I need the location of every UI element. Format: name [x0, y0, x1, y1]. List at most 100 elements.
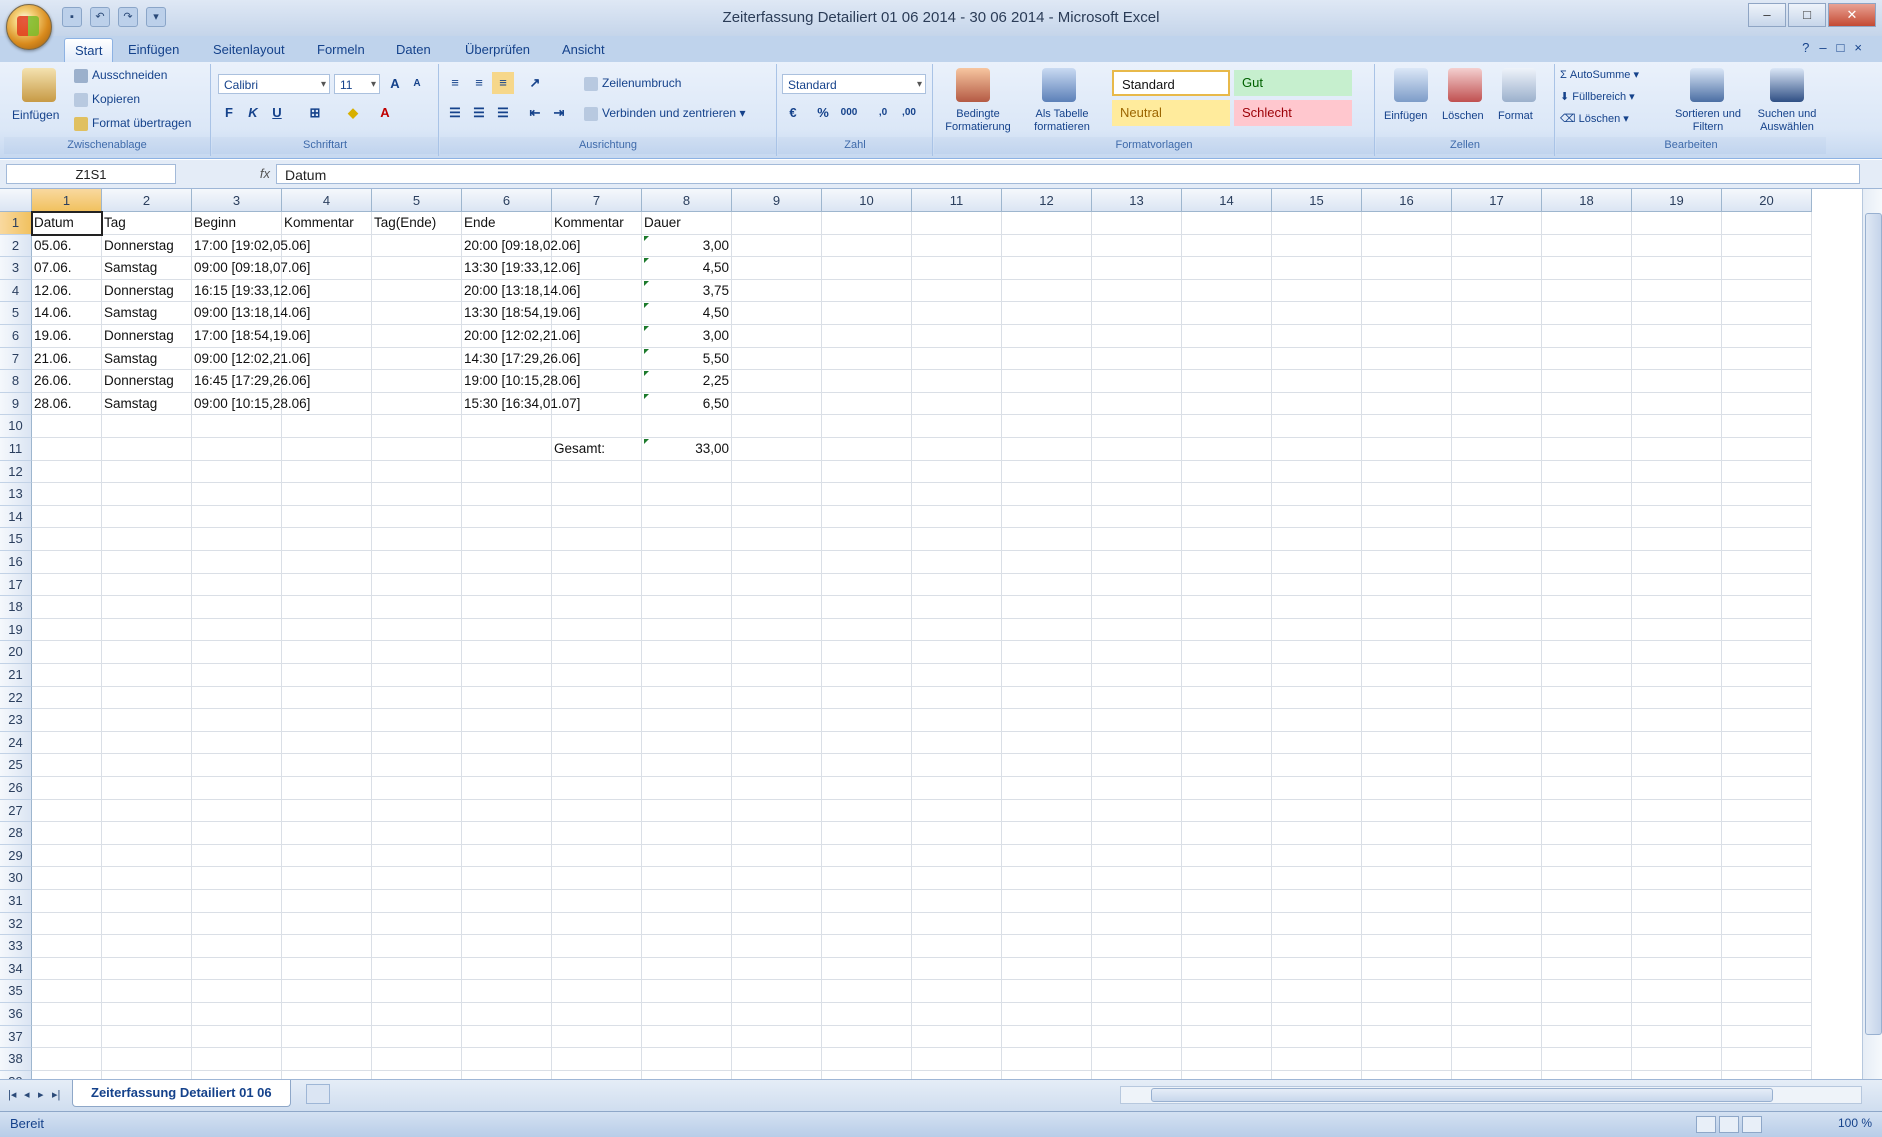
- underline-button[interactable]: U: [266, 102, 288, 124]
- sheet-nav-prev[interactable]: ◂: [24, 1088, 30, 1101]
- row-header[interactable]: 34: [0, 957, 32, 981]
- format-as-table-button[interactable]: Als Tabelle formatieren: [1024, 108, 1100, 134]
- column-header[interactable]: 11: [912, 189, 1002, 212]
- select-all-corner[interactable]: [0, 189, 32, 212]
- table-cell[interactable]: Samstag: [102, 393, 157, 415]
- fill-color-icon[interactable]: ◆: [342, 102, 364, 124]
- table-cell[interactable]: 20:00 [09:18,02.06]: [462, 235, 580, 257]
- table-cell[interactable]: 20:00 [13:18,14.06]: [462, 280, 580, 302]
- header-cell[interactable]: Kommentar: [552, 212, 624, 234]
- row-header[interactable]: 11: [0, 438, 32, 461]
- tab-insert[interactable]: Einfügen: [118, 38, 189, 62]
- find-select-button[interactable]: Suchen und Auswählen: [1750, 108, 1824, 134]
- row-header[interactable]: 22: [0, 686, 32, 710]
- table-cell[interactable]: 3,00: [642, 325, 732, 347]
- tab-formulas[interactable]: Formeln: [307, 38, 375, 62]
- percent-button[interactable]: %: [812, 102, 834, 124]
- column-header[interactable]: 13: [1092, 189, 1182, 212]
- align-center-icon[interactable]: ☰: [468, 102, 490, 124]
- bold-button[interactable]: F: [218, 102, 240, 124]
- row-header[interactable]: 13: [0, 483, 32, 506]
- font-size-combo[interactable]: 11: [334, 74, 380, 95]
- row-header[interactable]: 29: [0, 844, 32, 868]
- row-header[interactable]: 24: [0, 731, 32, 755]
- tab-data[interactable]: Daten: [386, 38, 441, 62]
- sort-filter-button[interactable]: Sortieren und Filtern: [1668, 108, 1748, 134]
- header-cell[interactable]: Beginn: [192, 212, 236, 234]
- maximize-button[interactable]: □: [1788, 3, 1826, 27]
- horizontal-scroll-thumb[interactable]: [1151, 1088, 1773, 1102]
- header-cell[interactable]: Tag(Ende): [372, 212, 436, 234]
- row-header[interactable]: 36: [0, 1003, 32, 1026]
- font-name-combo[interactable]: Calibri: [218, 74, 330, 95]
- row-header[interactable]: 5: [0, 302, 32, 325]
- currency-icon[interactable]: €: [782, 102, 804, 124]
- column-header[interactable]: 4: [282, 189, 372, 212]
- table-cell[interactable]: Donnerstag: [102, 235, 174, 257]
- row-header[interactable]: 21: [0, 664, 32, 687]
- column-header[interactable]: 19: [1632, 189, 1722, 212]
- align-top-icon[interactable]: ≡: [444, 72, 466, 94]
- font-color-icon[interactable]: A: [374, 102, 396, 124]
- header-cell[interactable]: Ende: [462, 212, 496, 234]
- table-cell[interactable]: 05.06.: [32, 235, 72, 257]
- table-cell[interactable]: 5,50: [642, 348, 732, 370]
- row-header[interactable]: 4: [0, 279, 32, 303]
- number-format-combo[interactable]: Standard: [782, 74, 926, 95]
- table-cell[interactable]: 09:00 [09:18,07.06]: [192, 257, 310, 279]
- table-cell[interactable]: 09:00 [10:15,28.06]: [192, 393, 310, 415]
- office-button[interactable]: [6, 4, 52, 50]
- header-cell[interactable]: Dauer: [642, 212, 681, 234]
- column-header[interactable]: 20: [1722, 189, 1812, 212]
- table-cell[interactable]: Samstag: [102, 348, 157, 370]
- sheet-tab-active[interactable]: Zeiterfassung Detailiert 01 06: [72, 1080, 291, 1107]
- table-cell[interactable]: 14.06.: [32, 302, 72, 324]
- decrease-decimal-icon[interactable]: ,00: [898, 102, 920, 124]
- table-cell[interactable]: 3,00: [642, 235, 732, 257]
- tab-start[interactable]: Start: [64, 38, 114, 63]
- row-header[interactable]: 27: [0, 799, 32, 823]
- table-cell[interactable]: 33,00: [642, 438, 732, 460]
- row-header[interactable]: 28: [0, 822, 32, 845]
- column-header[interactable]: 7: [552, 189, 642, 212]
- column-header[interactable]: 17: [1452, 189, 1542, 212]
- thousands-button[interactable]: 000: [838, 102, 860, 124]
- row-header[interactable]: 31: [0, 890, 32, 913]
- table-cell[interactable]: 20:00 [12:02,21.06]: [462, 325, 580, 347]
- table-cell[interactable]: 16:15 [19:33,12.06]: [192, 280, 310, 302]
- column-header[interactable]: 9: [732, 189, 822, 212]
- row-header[interactable]: 1: [0, 212, 32, 235]
- row-header[interactable]: 8: [0, 370, 32, 393]
- vertical-scroll-thumb[interactable]: [1865, 213, 1882, 1035]
- style-bad[interactable]: Schlecht: [1234, 100, 1352, 126]
- style-good[interactable]: Gut: [1234, 70, 1352, 96]
- row-header[interactable]: 37: [0, 1025, 32, 1049]
- indent-decrease-icon[interactable]: ⇤: [524, 102, 546, 124]
- row-header[interactable]: 30: [0, 867, 32, 890]
- table-cell[interactable]: 2,25: [642, 370, 732, 392]
- format-cells-button[interactable]: Format: [1498, 110, 1533, 122]
- format-painter-button[interactable]: Format übertragen: [74, 116, 191, 131]
- table-cell[interactable]: Gesamt:: [552, 438, 605, 460]
- style-standard[interactable]: Standard: [1112, 70, 1230, 96]
- row-header[interactable]: 6: [0, 325, 32, 348]
- table-cell[interactable]: 19:00 [10:15,28.06]: [462, 370, 580, 392]
- column-header[interactable]: 18: [1542, 189, 1632, 212]
- table-cell[interactable]: 07.06.: [32, 257, 72, 279]
- italic-button[interactable]: K: [242, 102, 264, 124]
- table-cell[interactable]: 13:30 [19:33,12.06]: [462, 257, 580, 279]
- row-header[interactable]: 7: [0, 347, 32, 371]
- table-cell[interactable]: Samstag: [102, 257, 157, 279]
- column-header[interactable]: 6: [462, 189, 552, 212]
- row-header[interactable]: 32: [0, 912, 32, 936]
- name-box[interactable]: Z1S1: [6, 164, 176, 184]
- column-header[interactable]: 2: [102, 189, 192, 212]
- table-cell[interactable]: Donnerstag: [102, 370, 174, 392]
- table-cell[interactable]: 09:00 [12:02,21.06]: [192, 348, 310, 370]
- conditional-format-button[interactable]: Bedingte Formatierung: [938, 108, 1018, 134]
- table-cell[interactable]: 4,50: [642, 257, 732, 279]
- row-header[interactable]: 38: [0, 1048, 32, 1071]
- zoom-level[interactable]: 100 %: [1838, 1116, 1872, 1130]
- normal-view-icon[interactable]: [1696, 1116, 1716, 1133]
- table-cell[interactable]: 3,75: [642, 280, 732, 302]
